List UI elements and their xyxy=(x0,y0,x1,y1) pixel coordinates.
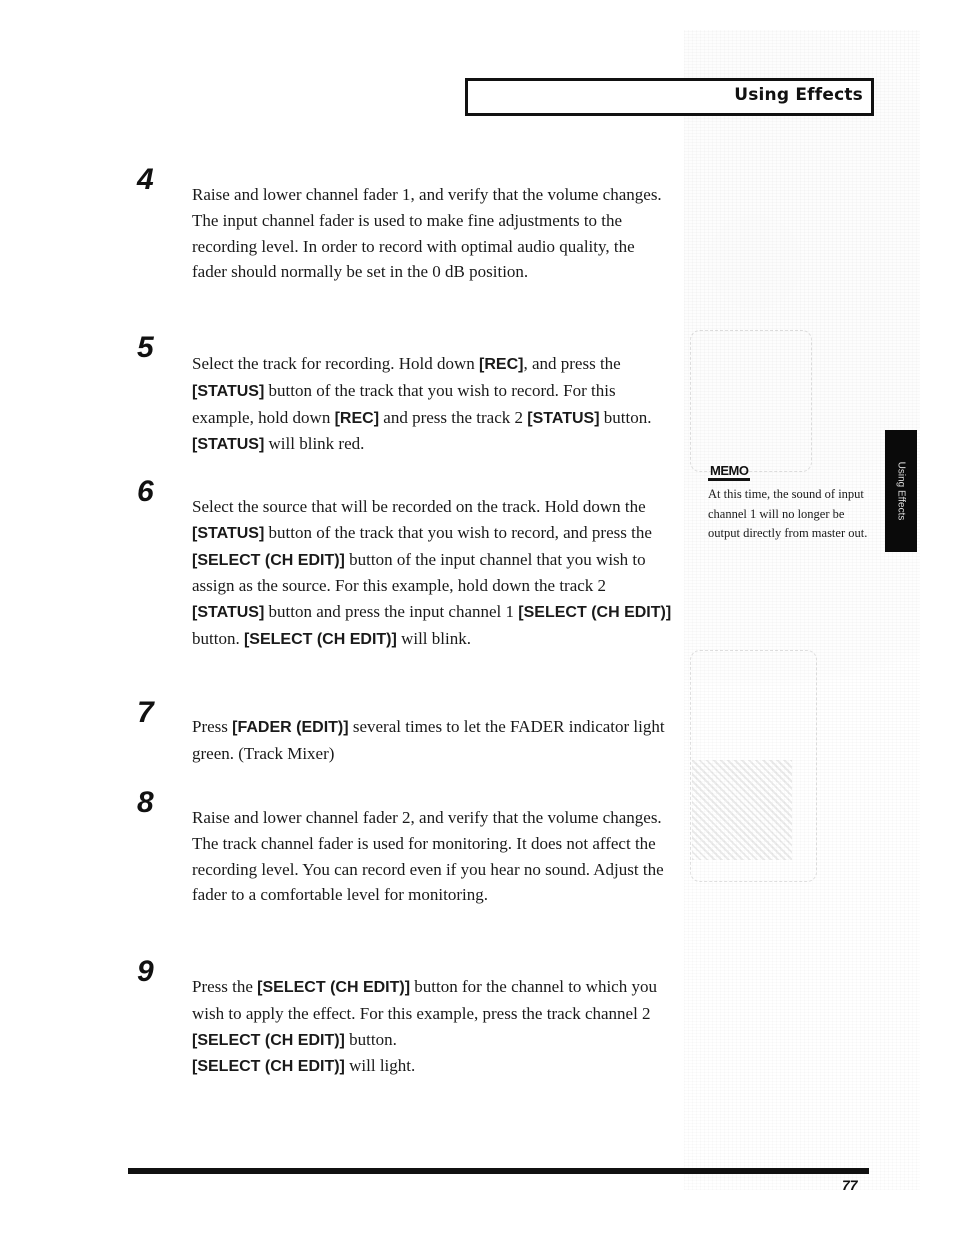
ghost-panel xyxy=(690,330,812,472)
step-text-run: , and press the xyxy=(523,354,621,373)
step-text-run: button of the track that you wish to rec… xyxy=(264,522,652,542)
step-number: 9 xyxy=(137,955,154,988)
step-text: Raise and lower channel fader 2, and ver… xyxy=(192,805,672,908)
button-reference: [SELECT (CH EDIT)] xyxy=(192,1058,345,1076)
step-text: Select the source that will be recorded … xyxy=(192,494,672,653)
step-text-run: button. xyxy=(344,1029,397,1049)
button-reference: [SELECT (CH EDIT)] xyxy=(243,630,397,648)
step-number: 7 xyxy=(137,696,154,729)
step-number: 6 xyxy=(137,475,154,508)
step-text-run: Select the source that will be recorded … xyxy=(192,497,646,516)
step-text-run: button and press the input channel 1 xyxy=(264,602,519,622)
step-text: Raise and lower channel fader 1, and ver… xyxy=(192,182,672,285)
side-tab-label: Using Effects xyxy=(895,461,907,521)
step-text-run: Raise and lower channel fader 2, and ver… xyxy=(192,808,664,905)
memo-icon: MEMO xyxy=(708,464,751,481)
scan-bleed-background xyxy=(684,30,920,1190)
section-title: Using Effects xyxy=(734,85,863,105)
step-text-run: will light. xyxy=(344,1056,416,1076)
button-reference: [STATUS] xyxy=(192,382,265,400)
page-number: 77 xyxy=(842,1180,858,1190)
button-reference: [SELECT (CH EDIT)] xyxy=(192,551,345,569)
button-reference: [STATUS] xyxy=(192,604,265,622)
step-text-run: button. xyxy=(599,407,652,427)
button-reference: [REC] xyxy=(334,409,380,427)
step-number: 8 xyxy=(137,786,154,819)
button-reference: [SELECT (CH EDIT)] xyxy=(192,1031,345,1049)
step-text-run: and press the track 2 xyxy=(379,407,528,427)
ghost-block xyxy=(692,760,792,860)
step-text-run: button. xyxy=(192,628,244,648)
button-reference: [STATUS] xyxy=(192,436,265,454)
step-text-run: will blink red. xyxy=(264,434,365,454)
step-text: Press [FADER (EDIT)] several times to le… xyxy=(192,714,672,767)
step-text-run: will blink. xyxy=(396,628,471,648)
memo-note: MEMO At this time, the sound of input ch… xyxy=(708,462,868,544)
step-text: Select the track for recording. Hold dow… xyxy=(192,351,672,458)
side-section-tab: Using Effects xyxy=(885,430,917,552)
step-text: Press the [SELECT (CH EDIT)] button for … xyxy=(192,974,672,1080)
footer-rule xyxy=(128,1168,869,1174)
step-number: 5 xyxy=(137,331,154,364)
section-header: Using Effects xyxy=(465,78,874,116)
step-text-run: Press xyxy=(192,717,233,736)
button-reference: [FADER (EDIT)] xyxy=(232,719,349,736)
button-reference: [STATUS] xyxy=(192,524,265,542)
memo-text: At this time, the sound of input channel… xyxy=(708,487,868,540)
button-reference: [SELECT (CH EDIT)] xyxy=(257,979,411,996)
step-number: 4 xyxy=(137,163,154,196)
step-text-run: Select the track for recording. Hold dow… xyxy=(192,354,480,373)
button-reference: [SELECT (CH EDIT)] xyxy=(518,604,672,622)
step-text-run: Press the xyxy=(192,977,258,996)
button-reference: [STATUS] xyxy=(527,409,600,427)
step-text-run: Raise and lower channel fader 1, and ver… xyxy=(192,185,662,282)
button-reference: [REC] xyxy=(479,356,524,373)
